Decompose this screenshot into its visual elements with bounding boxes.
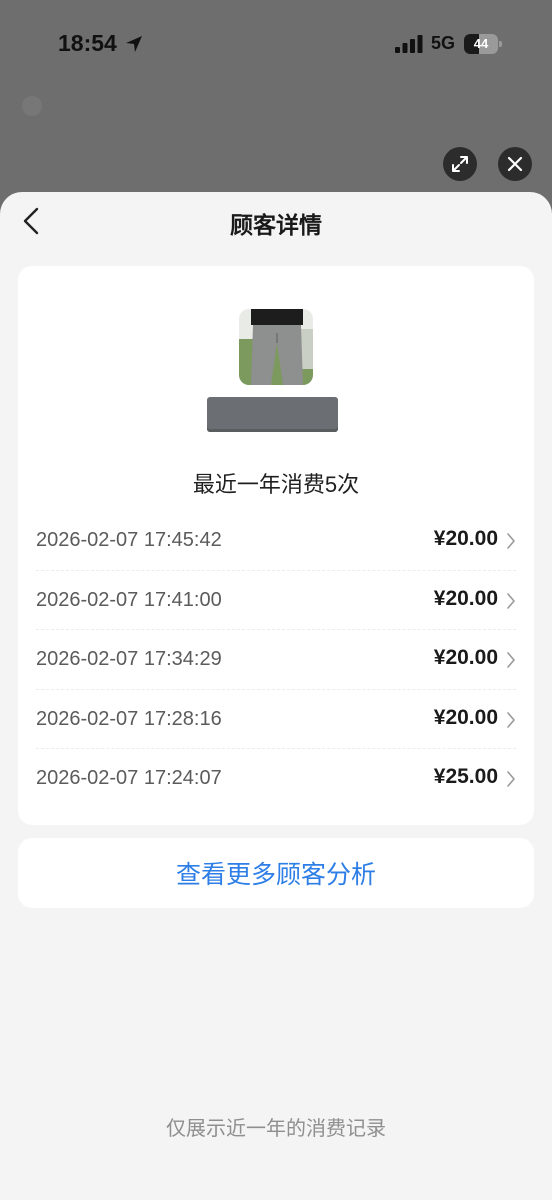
background-blurred-icon: [22, 96, 42, 116]
chevron-right-icon: [507, 533, 515, 549]
battery-icon: 44: [464, 34, 502, 54]
record-time: 2026-02-07 17:24:07: [36, 767, 222, 790]
record-time: 2026-02-07 17:41:00: [36, 588, 222, 611]
network-label: 5G: [431, 33, 456, 53]
record-time: 2026-02-07 17:34:29: [36, 648, 222, 671]
record-amount: ¥25.00: [433, 765, 498, 789]
location-arrow-icon: [126, 36, 142, 52]
chevron-right-icon: [507, 771, 515, 788]
signal-bars-icon: [395, 35, 423, 53]
avatar-image: [239, 309, 313, 385]
avatar[interactable]: [239, 309, 313, 385]
status-time: 18:54: [58, 30, 117, 56]
chevron-right-icon: [507, 592, 515, 609]
page-title: 顾客详情: [230, 212, 322, 238]
customer-name-redacted: [207, 397, 338, 432]
record-time: 2026-02-07 17:45:42: [36, 529, 222, 551]
consumption-record-list: 2026-02-07 17:45:42 ¥20.00 2026-02-07 17…: [36, 511, 516, 809]
more-analysis-button[interactable]: 查看更多顾客分析: [18, 838, 534, 908]
record-amount: ¥20.00: [433, 705, 498, 729]
chevron-right-icon: [507, 652, 515, 668]
status-bar: 18:54 5G 44: [0, 0, 552, 92]
more-analysis-link[interactable]: 查看更多顾客分析: [176, 855, 376, 891]
chevron-right-icon: [507, 711, 515, 728]
expand-button[interactable]: [443, 147, 477, 181]
customer-card: 最近一年消费5次 2026-02-07 17:45:42 ¥20.00 2026…: [18, 266, 534, 825]
footer-note: 仅展示近一年的消费记录: [166, 1118, 386, 1140]
record-row[interactable]: 2026-02-07 17:24:07 ¥25.00: [36, 749, 516, 809]
record-amount: ¥20.00: [433, 586, 498, 610]
close-icon: [507, 156, 523, 172]
record-amount: ¥20.00: [433, 646, 498, 670]
consumption-summary: 最近一年消费5次: [192, 472, 360, 497]
record-amount: ¥20.00: [433, 527, 498, 550]
sheet-header: 顾客详情: [0, 192, 552, 252]
record-row[interactable]: 2026-02-07 17:28:16 ¥20.00: [36, 690, 516, 750]
close-button[interactable]: [498, 147, 532, 181]
expand-icon: [452, 156, 468, 172]
record-time: 2026-02-07 17:28:16: [36, 707, 222, 730]
battery-label: 44: [473, 36, 489, 51]
record-row[interactable]: 2026-02-07 17:41:00 ¥20.00: [36, 571, 516, 631]
record-row[interactable]: 2026-02-07 17:45:42 ¥20.00: [36, 511, 516, 571]
customer-detail-sheet: 顾客详情 最近一年消费5次 2026-02-07 17:45:42 ¥20.00…: [0, 192, 552, 1200]
record-row[interactable]: 2026-02-07 17:34:29 ¥20.00: [36, 630, 516, 690]
